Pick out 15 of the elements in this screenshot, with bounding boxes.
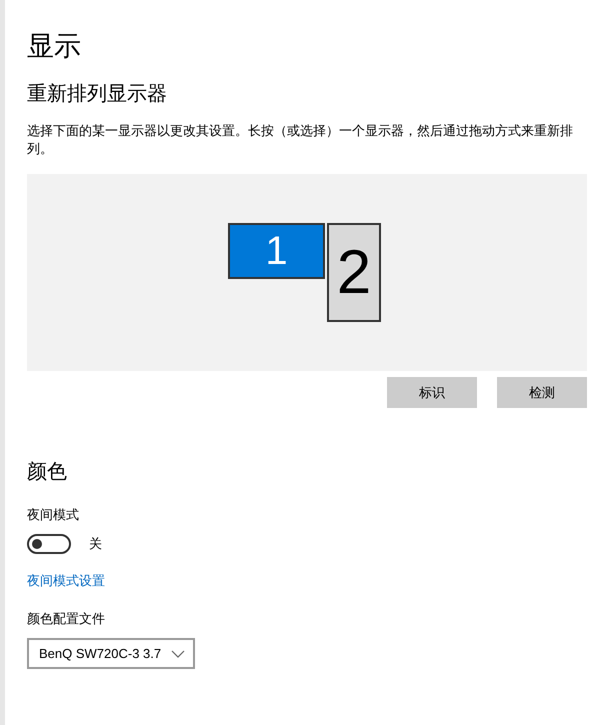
toggle-switch[interactable] bbox=[27, 534, 71, 554]
monitor-tile[interactable]: 1 bbox=[228, 223, 325, 279]
action-button[interactable]: 标识 bbox=[387, 377, 477, 408]
toggle-state-text: 关 bbox=[89, 535, 102, 554]
night-mode-settings-link[interactable]: 夜间模式设置 bbox=[27, 572, 105, 590]
color-profile-dropdown[interactable]: BenQ SW720C-3 3.7 bbox=[27, 638, 195, 669]
action-button[interactable]: 检测 bbox=[497, 377, 587, 408]
section-title: 重新排列显示器 bbox=[27, 82, 168, 107]
night-mode-label: 夜间模式 bbox=[27, 506, 80, 524]
monitor-tile[interactable]: 2 bbox=[327, 223, 381, 322]
description-text: 选择下面的某一显示器以更改其设置。长按（或选择）一个显示器，然后通过拖动方式来重新排列。 bbox=[27, 122, 574, 158]
color-profile-label: 颜色配置文件 bbox=[27, 610, 106, 628]
chevron-down-icon bbox=[171, 650, 185, 658]
section-title: 颜色 bbox=[27, 460, 68, 485]
page-title: 显示 bbox=[27, 30, 82, 63]
